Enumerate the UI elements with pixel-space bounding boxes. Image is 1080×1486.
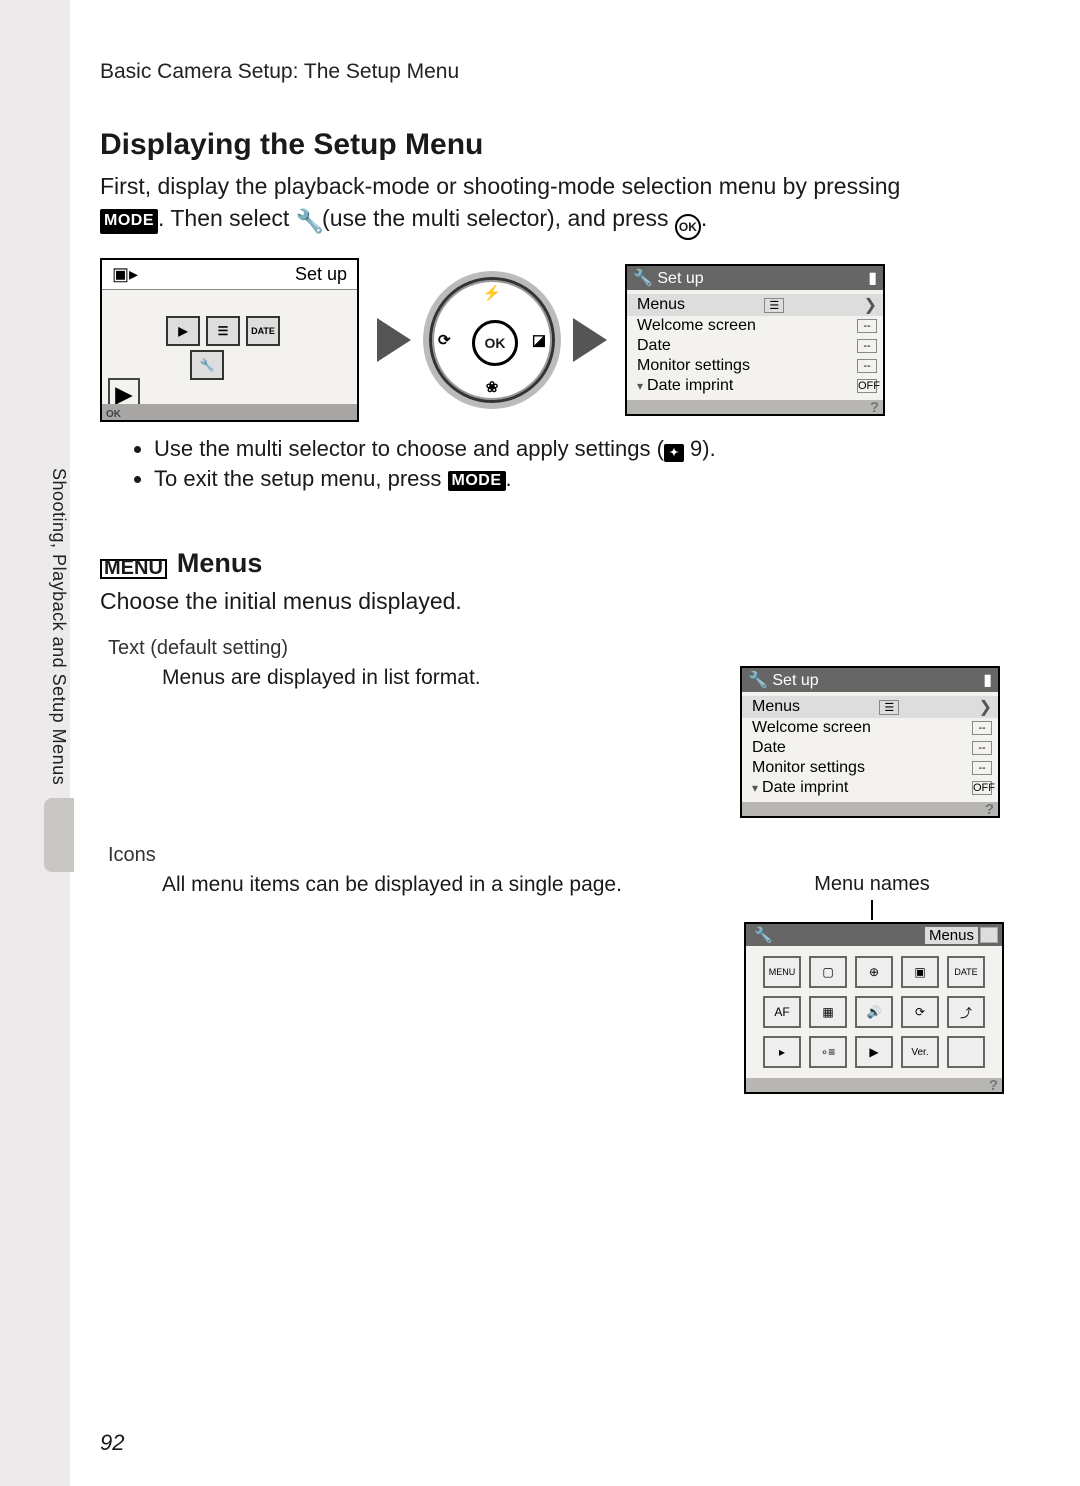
dpad-left-icon: ⟳ [438,331,451,349]
help-icon: ? [989,1077,998,1094]
date-mode-icon: DATE [246,316,280,346]
icons-corner-label: Menus [925,927,978,944]
dpad-down-icon: ❀ [486,378,499,396]
grid-icon: ▸ [763,1036,801,1068]
intro-text-1: First, display the playback-mode or shoo… [100,173,900,199]
wrench-icon: 🔧 Set up [633,268,704,288]
text-row-welcome: Welcome screen-- [742,718,998,738]
setup-screen-footer: ? [627,400,883,414]
text-row-date: Date-- [742,738,998,758]
mode-badge: MODE [100,209,158,233]
wrench-icon: 🔧 Set up [748,670,819,690]
arrow-right-icon [377,318,411,362]
icons-screen-titlebar: 🔧 Menus [746,924,1002,946]
instruction-list: Use the multi selector to choose and app… [100,436,1000,492]
section-side-tab-foot [44,798,74,872]
grid-icon: ▣ [901,956,939,988]
multi-selector-dpad: OK ⚡ ❀ ◪ ⟳ [429,277,555,403]
grid-icon: ⊕ [855,956,893,988]
intro-text-2b: (use the multi selector), and press [316,205,675,231]
intro-paragraph: First, display the playback-mode or shoo… [100,170,1000,240]
intro-period: . [701,205,707,231]
grid-icon [947,1036,985,1068]
wrench-icon: 🔧 [754,926,773,944]
page-content: Basic Camera Setup: The Setup Menu Displ… [70,0,1080,1134]
reference-icon: ✦ [664,444,684,462]
menus-intro: Choose the initial menus displayed. [100,585,1000,617]
mode-screen-title: ▣▸Set up [102,260,357,290]
text-mode-screen: 🔧 Set up ▮ Menus☰ Welcome screen-- Date-… [740,666,1000,818]
breadcrumb: Basic Camera Setup: The Setup Menu [100,60,1000,84]
list-mode-icon: ☰ [206,316,240,346]
grid-icon: DATE [947,956,985,988]
menu-glyph-icon: MENU [100,559,167,579]
battery-icon: ▮ [868,268,877,288]
section-side-tab: Shooting, Playback and Setup Menus [48,468,69,785]
grid-icon: ▦ [809,996,847,1028]
grid-icon: ⟳ [901,996,939,1028]
grid-icon: Ver. [901,1036,939,1068]
grid-icon: MENU [763,956,801,988]
option-icons-desc: All menu items can be displayed in a sin… [162,873,720,897]
icons-figure: Menu names 🔧 Menus MENU ▢ ⊕ ▣ [744,873,1000,1094]
setup-row-date: Date-- [627,336,883,356]
bullet-2: To exit the setup menu, press MODE. [154,466,1000,492]
grid-icon: ⤴ [947,996,985,1028]
option-text-label: Text (default setting) [108,637,1000,660]
setup-row-menus: Menus☰ [627,294,883,316]
playback-mode-icon: ▶ [166,316,200,346]
setup-row-welcome: Welcome screen-- [627,316,883,336]
setup-mode-icon: 🔧 [190,350,224,380]
page-number: 92 [100,1430,124,1456]
grid-icon: ▶ [855,1036,893,1068]
grid-icon: ∘≡ [809,1036,847,1068]
mode-screen-footer: OK [102,404,357,420]
grid-icon: 🔊 [855,996,893,1028]
help-icon: ? [870,399,879,416]
battery-icon: ▮ [983,670,992,690]
icons-mode-screen: 🔧 Menus MENU ▢ ⊕ ▣ DATE AF ▦ 🔊 [744,922,1004,1094]
menu-names-caption: Menu names [744,873,1000,896]
dpad-right-icon: ◪ [532,331,546,349]
page-title: Displaying the Setup Menu [100,128,1000,162]
dpad-up-icon: ⚡ [483,284,502,302]
grid-icon: ▢ [809,956,847,988]
text-row-monitor: Monitor settings-- [742,758,998,778]
text-row-date-imprint: ▾Date imprintOFF [742,778,998,798]
intro-text-2a: . Then select [158,205,296,231]
caption-pointer-line [871,900,873,920]
ok-icon: OK [675,214,701,240]
mode-selection-screen: ▣▸Set up ▶ ☰ DATE 🔧 ▶ OK [100,258,359,422]
setup-row-date-imprint: ▾Date imprintOFF [627,376,883,396]
menus-heading: MENUMenus [100,548,1000,579]
arrow-right-icon [573,318,607,362]
figure-row: ▣▸Set up ▶ ☰ DATE 🔧 ▶ OK [100,258,1000,422]
option-text-desc: Menus are displayed in list format. [162,666,716,690]
bullet-1: Use the multi selector to choose and app… [154,436,1000,462]
manual-page: Basic Camera Setup: The Setup Menu Displ… [0,0,1080,1486]
setup-rows: Menus☰ Welcome screen-- Date-- Monitor s… [627,290,883,400]
dpad-ok-button: OK [472,320,518,366]
text-row-menus: Menus☰ [742,696,998,718]
grid-icon: AF [763,996,801,1028]
setup-row-monitor: Monitor settings-- [627,356,883,376]
help-icon: ? [985,801,994,818]
wrench-icon: 🔧 [296,205,316,225]
mode-badge: MODE [448,471,506,491]
page-sheet: Basic Camera Setup: The Setup Menu Displ… [70,0,1080,1486]
option-icons-label: Icons [108,844,1000,867]
setup-screen-titlebar: 🔧 Set up ▮ [627,266,883,290]
text-screen-titlebar: 🔧 Set up ▮ [742,668,998,692]
setup-menu-screen: 🔧 Set up ▮ Menus☰ Welcome screen-- Date-… [625,264,885,416]
